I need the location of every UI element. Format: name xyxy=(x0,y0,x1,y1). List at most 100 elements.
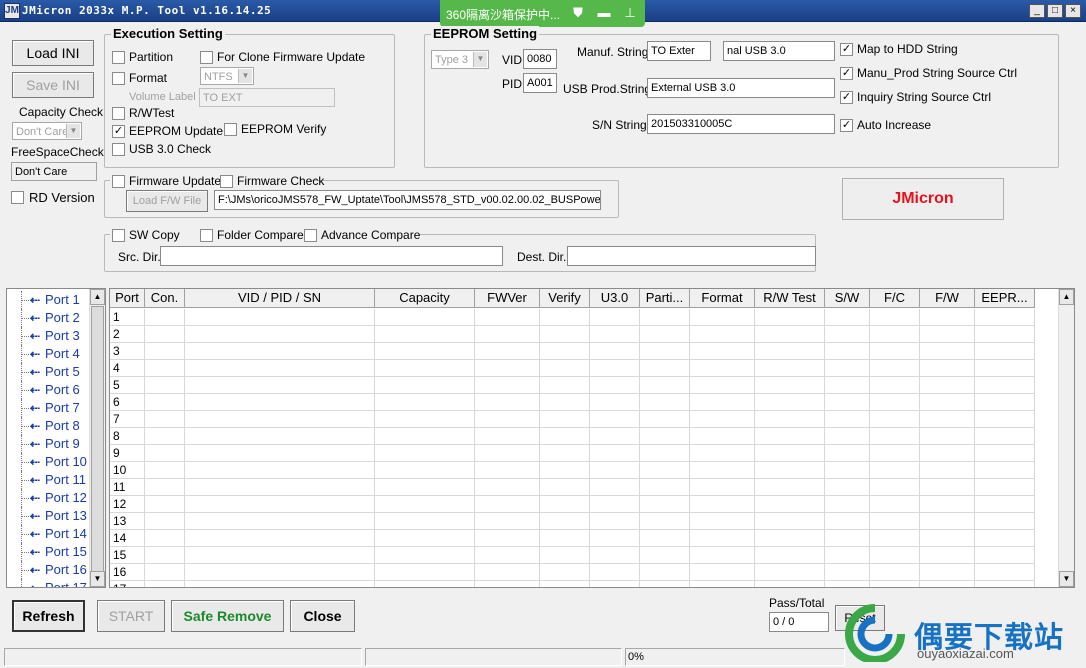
port-item[interactable]: ⇠ Port 1 xyxy=(7,291,93,309)
src-dir-input[interactable] xyxy=(160,246,503,266)
map-hdd-checkbox[interactable]: ✓ xyxy=(840,43,853,56)
port-item[interactable]: ⇠ Port 13 xyxy=(7,507,93,525)
scroll-up-icon[interactable]: ▲ xyxy=(90,289,105,305)
rw-test-checkbox[interactable] xyxy=(112,107,125,120)
column-header[interactable]: F/C xyxy=(870,289,920,308)
format-fs-select[interactable]: NTFS ▼ xyxy=(200,67,254,85)
safe-remove-button[interactable]: Safe Remove xyxy=(171,600,284,632)
column-header[interactable]: S/W xyxy=(825,289,870,308)
grid-cell xyxy=(475,462,540,479)
grid-cell xyxy=(185,581,375,587)
rd-version-checkbox[interactable] xyxy=(11,191,24,204)
format-checkbox[interactable] xyxy=(112,72,125,85)
column-header[interactable]: Parti... xyxy=(640,289,690,308)
scroll-down-icon[interactable]: ▼ xyxy=(1059,571,1074,587)
grid-cell xyxy=(640,309,690,326)
port-item[interactable]: ⇠ Port 4 xyxy=(7,345,93,363)
start-button[interactable]: START xyxy=(97,600,165,632)
port-item[interactable]: ⇠ Port 5 xyxy=(7,363,93,381)
grid-cell xyxy=(920,581,975,587)
column-header[interactable]: U3.0 xyxy=(590,289,640,308)
port-item[interactable]: ⇠ Port 17 xyxy=(7,579,93,587)
port-item[interactable]: ⇠ Port 8 xyxy=(7,417,93,435)
scroll-up-icon[interactable]: ▲ xyxy=(1059,289,1074,305)
column-header[interactable]: FWVer xyxy=(475,289,540,308)
fw-path-input[interactable]: F:\JMs\oricoJMS578_FW_Uptate\Tool\JMS578… xyxy=(214,190,601,210)
grid-cell xyxy=(185,428,375,445)
eeprom-update-checkbox[interactable]: ✓ xyxy=(112,125,125,138)
clone-fw-checkbox[interactable] xyxy=(200,51,213,64)
column-header[interactable]: Con. xyxy=(145,289,185,308)
grid-cell xyxy=(755,496,825,513)
sw-copy-checkbox[interactable] xyxy=(112,229,125,242)
column-header[interactable]: R/W Test xyxy=(755,289,825,308)
row-port-number: 7 xyxy=(110,411,145,428)
port-item[interactable]: ⇠ Port 6 xyxy=(7,381,93,399)
save-ini-button[interactable]: Save INI xyxy=(12,72,94,98)
column-header[interactable]: Port xyxy=(110,289,145,308)
eeprom-type-select[interactable]: Type 3 ▼ xyxy=(431,50,489,69)
folder-icon[interactable]: ▬ xyxy=(596,5,612,21)
sn-string-input[interactable]: 201503310005C xyxy=(647,114,835,134)
grid-cell xyxy=(540,513,590,530)
window-title: JMicron 2033x M.P. Tool v1.16.14.25 xyxy=(22,4,272,17)
port-list-scrollbar[interactable]: ▲ ▼ xyxy=(89,289,105,587)
jmicron-logo: JMicron xyxy=(842,178,1004,220)
column-header[interactable]: Format xyxy=(690,289,755,308)
refresh-button[interactable]: Refresh xyxy=(12,600,85,632)
eeprom-verify-checkbox[interactable] xyxy=(224,123,237,136)
load-fw-button[interactable]: Load F/W File xyxy=(126,190,208,212)
partition-checkbox[interactable] xyxy=(112,51,125,64)
vid-input[interactable]: 0080 xyxy=(523,49,557,69)
sandbox-banner[interactable]: 360隔离沙箱保护中... ⛊ ▬ ⊥ xyxy=(440,0,645,27)
port-item[interactable]: ⇠ Port 3 xyxy=(7,327,93,345)
port-item[interactable]: ⇠ Port 11 xyxy=(7,471,93,489)
load-ini-button[interactable]: Load INI xyxy=(12,40,94,66)
manu-prod-checkbox[interactable]: ✓ xyxy=(840,67,853,80)
grid-cell xyxy=(825,360,870,377)
port-item[interactable]: ⇠ Port 9 xyxy=(7,435,93,453)
dest-dir-input[interactable] xyxy=(567,246,816,266)
port-item[interactable]: ⇠ Port 16 xyxy=(7,561,93,579)
port-status-grid[interactable]: Port Con. VID / PID / SN Capacity FWVer Verif… xyxy=(109,288,1075,588)
port-item[interactable]: ⇠ Port 10 xyxy=(7,453,93,471)
close-window-button[interactable]: × xyxy=(1065,4,1081,18)
port-item[interactable]: ⇠ Port 12 xyxy=(7,489,93,507)
manuf-string-input-2[interactable]: nal USB 3.0 xyxy=(723,41,835,61)
pid-input[interactable]: A001 xyxy=(523,73,557,93)
port-label: Port 3 xyxy=(45,328,80,343)
pin-icon[interactable]: ⊥ xyxy=(622,5,638,21)
usb-prod-string-input[interactable]: External USB 3.0 xyxy=(647,78,835,98)
column-header[interactable]: Verify xyxy=(540,289,590,308)
fw-check-checkbox[interactable] xyxy=(220,175,233,188)
port-list[interactable]: ⇠ Port 1 ⇠ Port 2 ⇠ Port 3 ⇠ Port 4 ⇠ Port 5 ⇠ Port… xyxy=(6,288,106,588)
manuf-string-input-1[interactable]: TO Exter xyxy=(647,41,711,61)
port-item[interactable]: ⇠ Port 15 xyxy=(7,543,93,561)
close-button[interactable]: Close xyxy=(290,600,355,632)
folder-compare-checkbox[interactable] xyxy=(200,229,213,242)
grid-scrollbar[interactable]: ▲ ▼ xyxy=(1058,289,1074,587)
usb3-check-checkbox[interactable] xyxy=(112,143,125,156)
maximize-button[interactable]: □ xyxy=(1047,4,1063,18)
shield-icon[interactable]: ⛊ xyxy=(570,5,586,21)
port-item[interactable]: ⇠ Port 7 xyxy=(7,399,93,417)
fw-update-checkbox[interactable] xyxy=(112,175,125,188)
column-header[interactable]: Capacity xyxy=(375,289,475,308)
port-item[interactable]: ⇠ Port 14 xyxy=(7,525,93,543)
column-header[interactable]: F/W xyxy=(920,289,975,308)
column-header[interactable]: VID / PID / SN xyxy=(185,289,375,308)
column-header[interactable]: EEPR... xyxy=(975,289,1035,308)
auto-increase-checkbox[interactable]: ✓ xyxy=(840,119,853,132)
usb-icon: ⇠ xyxy=(30,293,41,307)
grid-cell xyxy=(755,411,825,428)
scroll-thumb[interactable] xyxy=(91,306,104,572)
inquiry-checkbox[interactable]: ✓ xyxy=(840,91,853,104)
port-item[interactable]: ⇠ Port 2 xyxy=(7,309,93,327)
advance-compare-checkbox[interactable] xyxy=(304,229,317,242)
grid-cell xyxy=(185,394,375,411)
minimize-button[interactable]: _ xyxy=(1029,4,1045,18)
scroll-down-icon[interactable]: ▼ xyxy=(90,571,105,587)
capacity-check-select[interactable]: Don't Care ▼ xyxy=(12,122,82,140)
usb-icon: ⇠ xyxy=(30,365,41,379)
volume-label-input[interactable]: TO EXT xyxy=(199,88,335,107)
